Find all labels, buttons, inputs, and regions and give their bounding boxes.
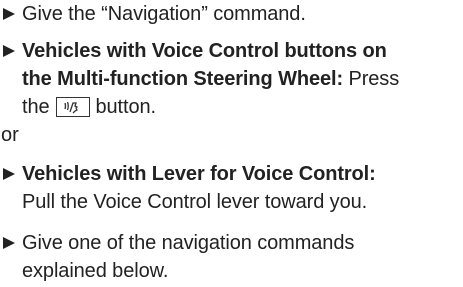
step-action-line: Pull the Voice Control lever toward you. bbox=[22, 191, 368, 213]
step-condition-line-2: the Multi-function Steering Wheel: Press bbox=[22, 65, 399, 93]
step-condition-line-1: Vehicles with Voice Control buttons on bbox=[22, 40, 387, 62]
or-separator: or bbox=[1, 124, 19, 146]
step-condition-bold: the Multi-function Steering Wheel: bbox=[22, 68, 344, 90]
step-text-line-2: explained below. bbox=[22, 260, 169, 282]
step-action-line: the button. bbox=[22, 93, 156, 121]
voice-control-button-symbol bbox=[55, 97, 90, 117]
voice-control-icon bbox=[63, 101, 78, 114]
triangle-bullet-icon bbox=[2, 7, 18, 27]
step-action-press: Press bbox=[343, 68, 400, 90]
triangle-bullet-icon bbox=[2, 44, 18, 64]
step-action-the: the bbox=[22, 96, 50, 118]
step-action-button: button. bbox=[95, 96, 157, 118]
instruction-page: Give the “Navigation” command. Vehicles … bbox=[0, 0, 463, 287]
step-text: Give the “Navigation” command. bbox=[22, 3, 306, 25]
step-condition-line: Vehicles with Lever for Voice Control: bbox=[22, 163, 376, 185]
triangle-bullet-icon bbox=[2, 236, 18, 256]
step-text-line-1: Give one of the navigation commands bbox=[22, 232, 355, 254]
triangle-bullet-icon bbox=[2, 167, 18, 187]
